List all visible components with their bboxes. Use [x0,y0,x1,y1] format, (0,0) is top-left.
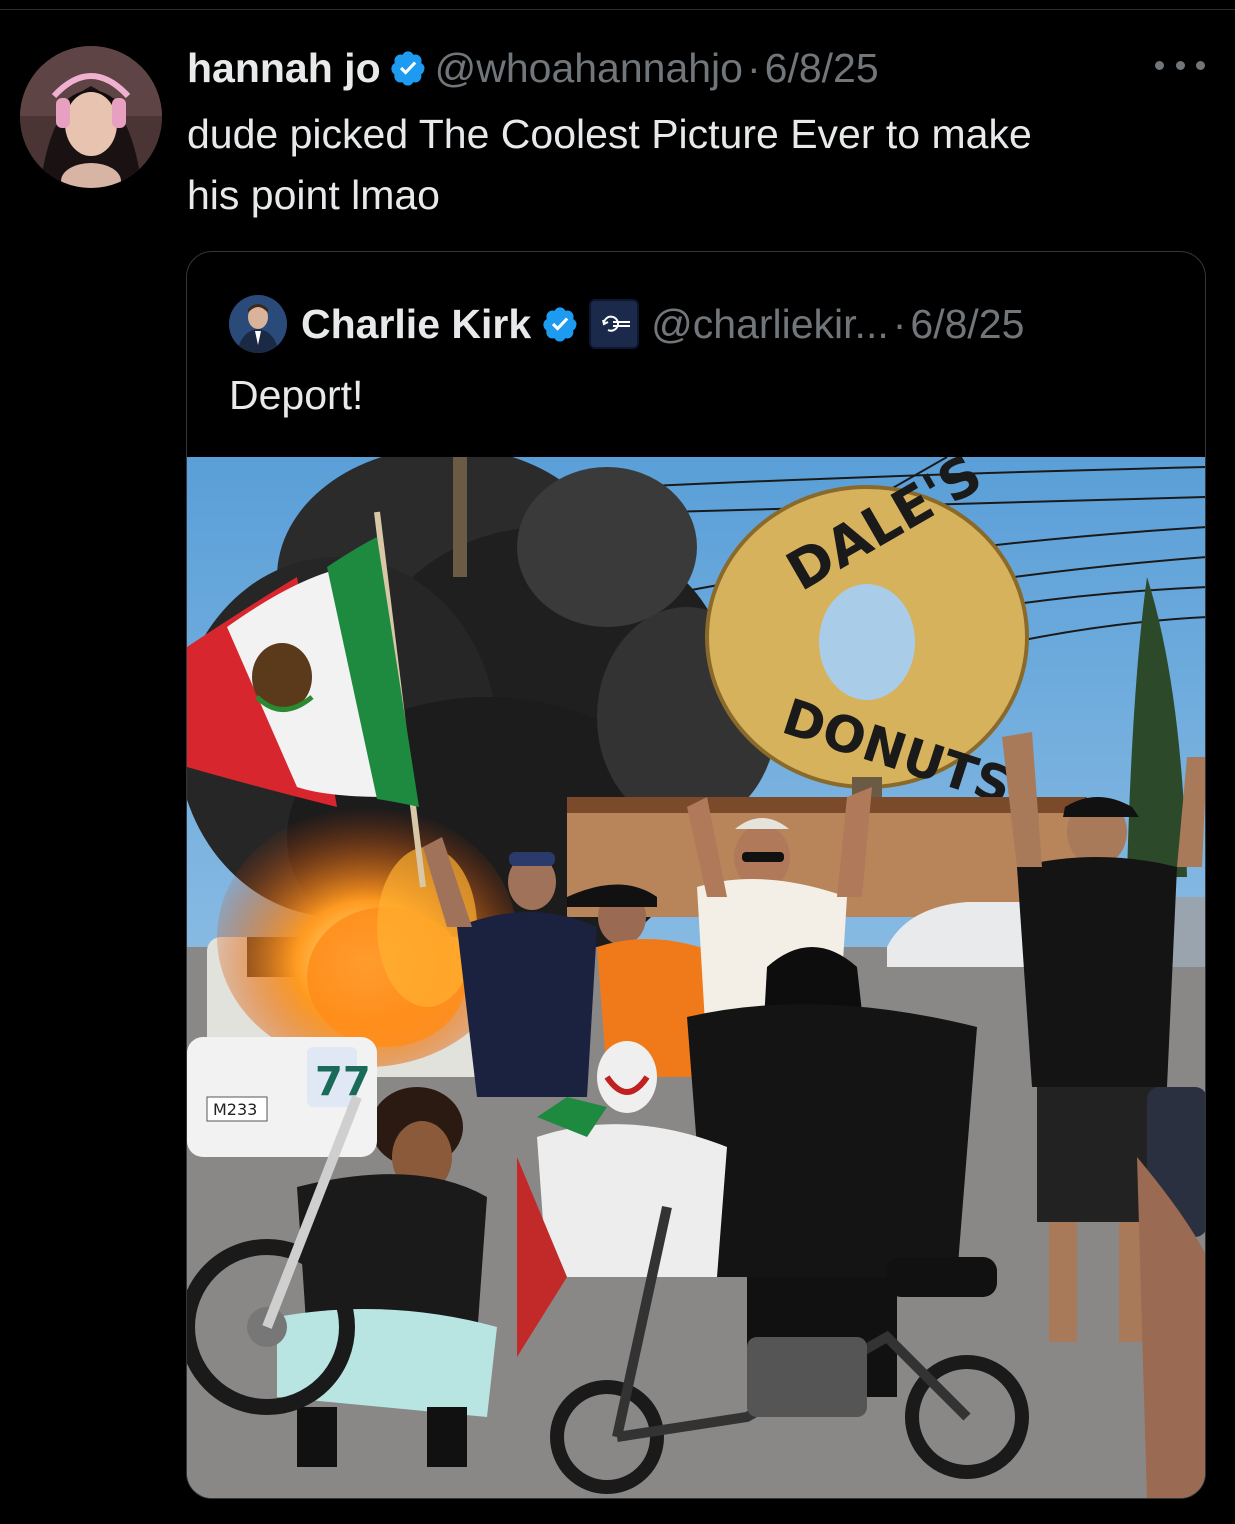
more-dot [1196,60,1205,70]
tweet-text-line: his point lmao [187,172,440,218]
utility-pole [453,457,467,577]
attached-photo[interactable]: DALE'S DONUTS 77 M233 [187,457,1206,1499]
author-handle[interactable]: @whoahannahjo [435,45,743,92]
tweet-text-line: dude picked The Coolest Picture Ever to … [187,111,1032,157]
quoted-author-handle[interactable]: @charliekir... [651,301,889,348]
affiliation-logo [602,315,631,332]
more-options-icon[interactable] [1155,52,1205,78]
avatar-image [20,46,162,188]
quoted-avatar-image [229,295,287,353]
quoted-tweet-header: Charlie Kirk @charliekir... · 6/8/25 [229,295,1024,353]
quoted-post-date[interactable]: 6/8/25 [910,301,1024,348]
author-name[interactable]: hannah jo [187,45,381,92]
verified-badge-icon [543,307,577,342]
bike-number: 77 [315,1059,371,1105]
verified-badge-icon [390,51,425,86]
quoted-tweet-text: Deport! [229,372,364,418]
separator-dot: · [892,300,907,347]
building-roof [567,797,1087,813]
license-plate: M233 [213,1100,257,1119]
separator-dot: · [746,44,761,91]
more-dot [1175,60,1185,70]
avatar[interactable] [20,46,162,188]
affiliation-badge-icon[interactable] [589,299,640,349]
post-date[interactable]: 6/8/25 [765,45,879,92]
quoted-avatar[interactable] [229,295,287,353]
more-dot [1155,60,1164,70]
tweet-text: dude picked The Coolest Picture Ever to … [187,104,1207,226]
quoted-tweet[interactable]: Charlie Kirk @charliekir... · 6/8/25 Dep… [186,251,1206,1499]
tweet[interactable]: hannah jo @whoahannahjo · 6/8/25 dude pi… [0,0,1235,1524]
quoted-author-name[interactable]: Charlie Kirk [301,301,531,348]
tweet-header: hannah jo @whoahannahjo · 6/8/25 [187,40,879,96]
